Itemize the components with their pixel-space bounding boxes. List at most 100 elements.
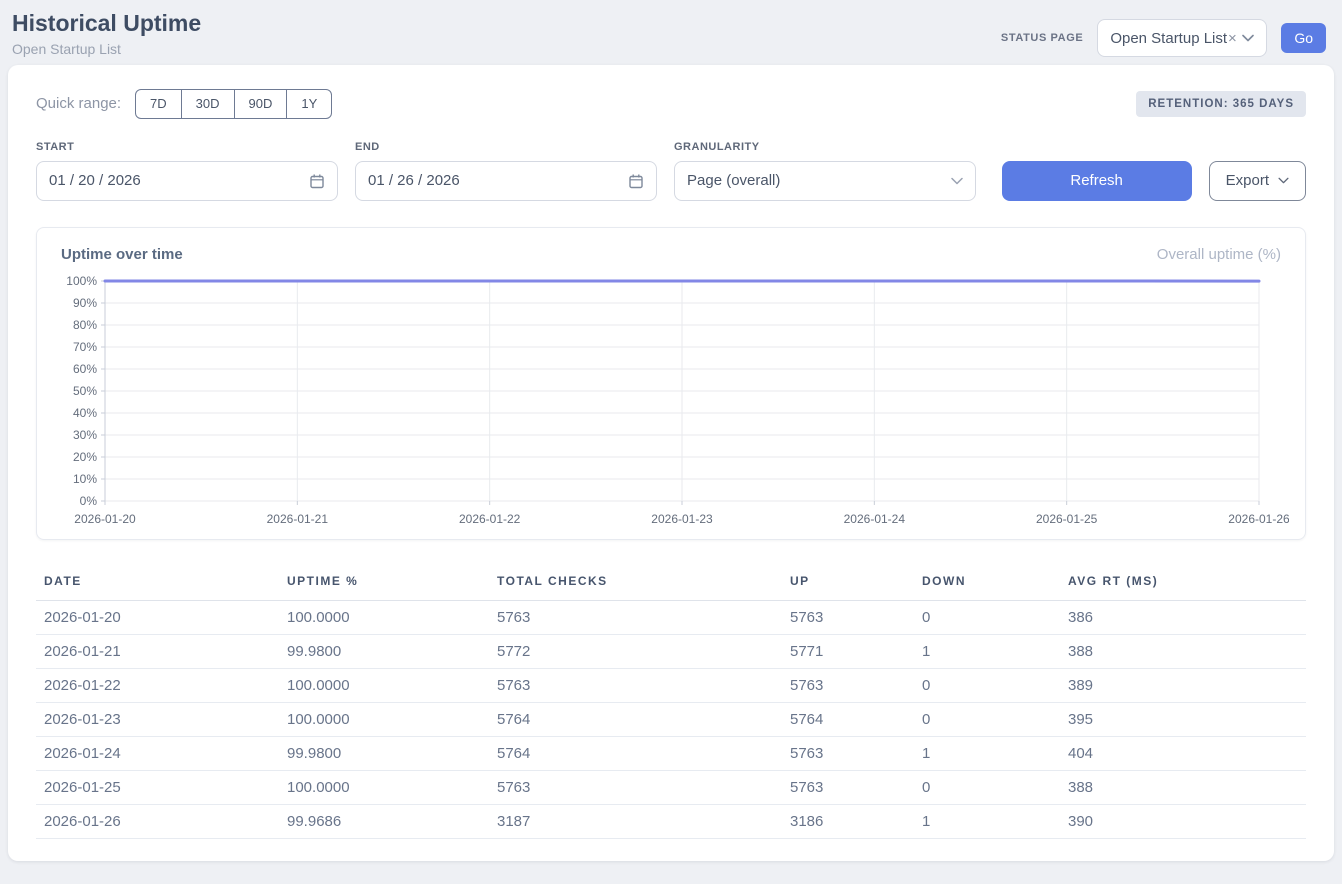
table-row: 2026-01-24 99.9800 5764 5763 1 404 [36, 736, 1306, 770]
svg-text:70%: 70% [73, 340, 97, 354]
quick-range-row: Quick range: 7D 30D 90D 1Y RETENTION: 36… [36, 89, 1306, 119]
cell-date: 2026-01-25 [36, 770, 279, 804]
cell-down: 0 [914, 600, 1060, 634]
cell-uptime: 99.9800 [279, 634, 489, 668]
status-page-label: STATUS PAGE [1001, 32, 1083, 44]
cell-avg-rt: 390 [1060, 804, 1306, 838]
cell-avg-rt: 395 [1060, 702, 1306, 736]
export-button[interactable]: Export [1209, 161, 1306, 201]
quick-range-90d-button[interactable]: 90D [234, 89, 288, 119]
cell-down: 1 [914, 804, 1060, 838]
cell-down: 1 [914, 736, 1060, 770]
cell-up: 5763 [782, 770, 914, 804]
end-date-input[interactable]: 01 / 26 / 2026 [355, 161, 657, 201]
start-date-input[interactable]: 01 / 20 / 2026 [36, 161, 338, 201]
go-button[interactable]: Go [1281, 23, 1326, 53]
cell-total-checks: 5764 [489, 702, 782, 736]
cell-date: 2026-01-21 [36, 634, 279, 668]
table-row: 2026-01-22 100.0000 5763 5763 0 389 [36, 668, 1306, 702]
cell-down: 0 [914, 702, 1060, 736]
uptime-table: DATE UPTIME % TOTAL CHECKS UP DOWN AVG R… [36, 564, 1306, 839]
export-button-label: Export [1226, 172, 1269, 189]
quick-range-group: Quick range: 7D 30D 90D 1Y [36, 89, 332, 119]
cell-total-checks: 5772 [489, 634, 782, 668]
quick-range-buttons: 7D 30D 90D 1Y [135, 89, 332, 119]
cell-avg-rt: 404 [1060, 736, 1306, 770]
cell-up: 5763 [782, 600, 914, 634]
quick-range-1y-button[interactable]: 1Y [286, 89, 332, 119]
uptime-table-head: DATE UPTIME % TOTAL CHECKS UP DOWN AVG R… [36, 564, 1306, 601]
start-date-field: START 01 / 20 / 2026 [36, 141, 338, 201]
cell-uptime: 100.0000 [279, 702, 489, 736]
svg-text:2026-01-25: 2026-01-25 [1036, 512, 1098, 526]
page-title: Historical Uptime [12, 10, 201, 38]
cell-avg-rt: 388 [1060, 634, 1306, 668]
chart-title: Uptime over time [61, 246, 183, 263]
chart-legend: Overall uptime (%) [1157, 246, 1281, 263]
table-row: 2026-01-25 100.0000 5763 5763 0 388 [36, 770, 1306, 804]
cell-total-checks: 3187 [489, 804, 782, 838]
chart-card: Uptime over time Overall uptime (%) 0% 10… [36, 227, 1306, 540]
svg-text:10%: 10% [73, 472, 97, 486]
clear-icon[interactable]: × [1228, 30, 1237, 47]
chevron-down-icon [951, 177, 963, 185]
column-header-down: DOWN [914, 564, 1060, 601]
cell-up: 5771 [782, 634, 914, 668]
cell-date: 2026-01-26 [36, 804, 279, 838]
svg-text:0%: 0% [80, 494, 98, 508]
uptime-table-body: 2026-01-20 100.0000 5763 5763 0 386 2026… [36, 600, 1306, 838]
status-page-value: Open Startup List [1110, 30, 1227, 47]
cell-total-checks: 5764 [489, 736, 782, 770]
cell-uptime: 99.9800 [279, 736, 489, 770]
granularity-value: Page (overall) [687, 172, 780, 189]
cell-up: 5763 [782, 668, 914, 702]
refresh-button[interactable]: Refresh [1002, 161, 1192, 201]
cell-date: 2026-01-22 [36, 668, 279, 702]
cell-uptime: 99.9686 [279, 804, 489, 838]
cell-avg-rt: 386 [1060, 600, 1306, 634]
column-header-uptime: UPTIME % [279, 564, 489, 601]
cell-date: 2026-01-24 [36, 736, 279, 770]
svg-text:20%: 20% [73, 450, 97, 464]
table-row: 2026-01-23 100.0000 5764 5764 0 395 [36, 702, 1306, 736]
quick-range-label: Quick range: [36, 95, 121, 112]
uptime-chart: 0%10%20%30%40%50%60%70%80%90%100%2026-01… [61, 271, 1289, 529]
cell-date: 2026-01-23 [36, 702, 279, 736]
table-row: 2026-01-26 99.9686 3187 3186 1 390 [36, 804, 1306, 838]
granularity-select[interactable]: Page (overall) [674, 161, 976, 201]
cell-up: 3186 [782, 804, 914, 838]
cell-uptime: 100.0000 [279, 668, 489, 702]
column-header-total-checks: TOTAL CHECKS [489, 564, 782, 601]
status-page-select[interactable]: Open Startup List × [1097, 19, 1267, 57]
column-header-avg-rt: AVG RT (MS) [1060, 564, 1306, 601]
start-date-value: 01 / 20 / 2026 [49, 172, 141, 189]
chevron-down-icon [1242, 34, 1254, 42]
cell-up: 5763 [782, 736, 914, 770]
cell-total-checks: 5763 [489, 770, 782, 804]
svg-text:2026-01-20: 2026-01-20 [74, 512, 136, 526]
main-panel: Quick range: 7D 30D 90D 1Y RETENTION: 36… [8, 65, 1334, 861]
svg-text:60%: 60% [73, 362, 97, 376]
svg-text:80%: 80% [73, 318, 97, 332]
cell-avg-rt: 388 [1060, 770, 1306, 804]
filters-row: START 01 / 20 / 2026 END 01 / 26 / 2026 … [36, 141, 1306, 201]
quick-range-7d-button[interactable]: 7D [135, 89, 182, 119]
cell-down: 0 [914, 668, 1060, 702]
table-row: 2026-01-21 99.9800 5772 5771 1 388 [36, 634, 1306, 668]
column-header-up: UP [782, 564, 914, 601]
quick-range-30d-button[interactable]: 30D [181, 89, 235, 119]
cell-up: 5764 [782, 702, 914, 736]
calendar-icon[interactable] [628, 173, 644, 189]
svg-text:2026-01-23: 2026-01-23 [651, 512, 713, 526]
calendar-icon[interactable] [309, 173, 325, 189]
cell-date: 2026-01-20 [36, 600, 279, 634]
svg-text:100%: 100% [66, 274, 97, 288]
svg-text:30%: 30% [73, 428, 97, 442]
retention-badge: RETENTION: 365 DAYS [1136, 91, 1306, 117]
cell-total-checks: 5763 [489, 600, 782, 634]
cell-total-checks: 5763 [489, 668, 782, 702]
svg-text:90%: 90% [73, 296, 97, 310]
granularity-field: GRANULARITY Page (overall) [674, 141, 976, 201]
svg-text:50%: 50% [73, 384, 97, 398]
granularity-label: GRANULARITY [674, 141, 976, 153]
